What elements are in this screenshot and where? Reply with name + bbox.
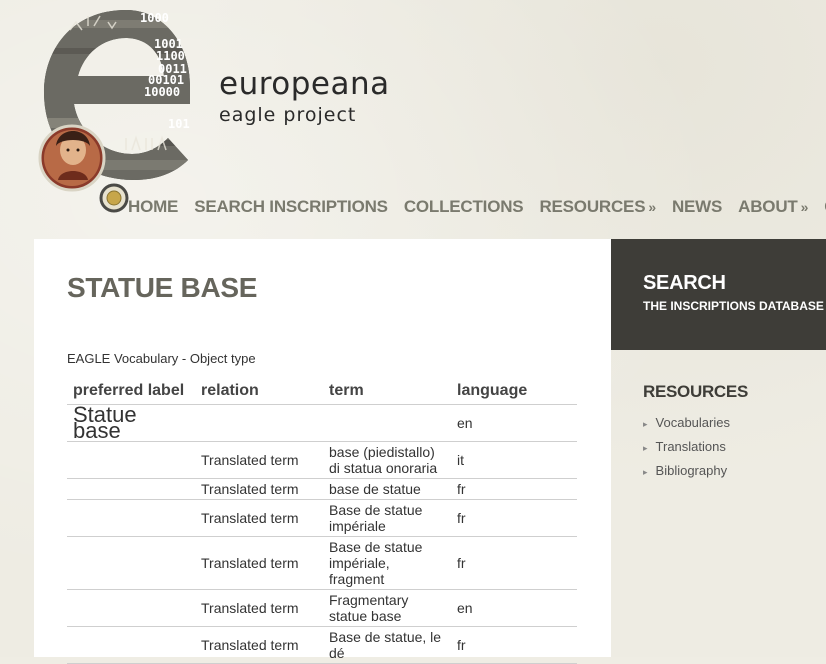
table-row: Translated term Base de statue impériale… [67, 499, 577, 537]
nav-item-label: COLLECTIONS [403, 197, 524, 216]
term-cell: Base de statue impériale [323, 499, 451, 537]
relation-cell: Translated term [195, 536, 323, 590]
nav-item-news[interactable]: NEWS [672, 197, 722, 219]
nav-item-about[interactable]: ABOUT» [738, 197, 808, 219]
relation-cell: Translated term [195, 478, 323, 500]
term-cell: Fragmentary statue base [323, 589, 451, 627]
bullet-icon: ▸ [643, 467, 648, 477]
language-cell: en [451, 404, 577, 442]
language-cell: fr [451, 626, 577, 664]
table-row: Translated term base (piedistallo) di st… [67, 441, 577, 479]
resource-link-label: Bibliography [655, 463, 728, 478]
resource-link-translations[interactable]: ▸ Translations [643, 438, 730, 462]
resources-list: ▸ Vocabularies ▸ Translations ▸ Bibliograph… [643, 414, 730, 486]
preferred-label-cell [67, 626, 195, 664]
binary-digit-text: 1000 [140, 11, 169, 25]
language-cell: fr [451, 499, 577, 537]
dropdown-arrow-icon: » [648, 199, 656, 215]
vocabulary-label: EAGLE Vocabulary - Object type [67, 351, 256, 366]
relation-cell: Translated term [195, 626, 323, 664]
dropdown-arrow-icon: » [800, 199, 809, 215]
table-row: Translated term Base de statue impériale… [67, 536, 577, 590]
binary-digit-text: 101 [168, 117, 190, 131]
relation-cell: Translated term [195, 589, 323, 627]
table-row: Translated term Fragmentary statue base … [67, 589, 577, 627]
nav-item-search-inscriptions[interactable]: SEARCH INSCRIPTIONS [194, 197, 388, 219]
preferred-label-cell [67, 589, 195, 627]
term-cell: base de statue [323, 478, 451, 500]
relation-cell: Translated term [195, 441, 323, 479]
term-cell: Base de statue, le dé [323, 626, 451, 664]
main-content: STATUE BASE EAGLE Vocabulary - Object ty… [34, 239, 611, 664]
europeana-eagle-logo[interactable]: 1000 1001 1100 0011 00101 10000 101 euro… [30, 0, 390, 222]
nav-item-label: HOME [128, 197, 179, 216]
nav-item-label: SEARCH INSCRIPTIONS [194, 197, 388, 216]
preferred-label-cell [67, 478, 195, 500]
bullet-icon: ▸ [643, 443, 648, 453]
term-cell: base (piedistallo) di statua onoraria [323, 441, 451, 479]
table-header-row: preferred label relation term language [67, 376, 577, 405]
language-cell: fr [451, 536, 577, 590]
resource-link-label: Vocabularies [655, 415, 730, 430]
relation-cell: Translated term [195, 499, 323, 537]
preferred-label-cell: Statue base [67, 404, 195, 442]
bullet-icon: ▸ [643, 419, 648, 429]
main-navigation: HOME SEARCH INSCRIPTIONS COLLECTIONS RES… [128, 197, 826, 219]
table-row: Translated term Base de statue, le dé fr [67, 626, 577, 664]
page-title: STATUE BASE [67, 272, 258, 303]
binary-digit-text: 10000 [144, 85, 180, 99]
nav-item-collections[interactable]: COLLECTIONS [404, 197, 524, 219]
column-header: term [323, 376, 451, 405]
brand-subtitle: eagle project [219, 104, 357, 126]
binary-digit-text: 1100 [156, 49, 185, 63]
column-header: language [451, 376, 577, 405]
search-database-panel[interactable]: SEARCH THE INSCRIPTIONS DATABASE [611, 239, 826, 350]
brand-name: europeana [219, 66, 390, 102]
column-header: preferred label [67, 376, 195, 405]
nav-item-resources[interactable]: RESOURCES» [539, 197, 656, 219]
language-cell: it [451, 441, 577, 479]
table-row: Translated term base de statue fr [67, 478, 577, 500]
language-cell: en [451, 589, 577, 627]
resources-heading: RESOURCES [643, 382, 748, 401]
terms-table: preferred label relation term language S… [67, 376, 577, 664]
resource-link-vocabularies[interactable]: ▸ Vocabularies [643, 414, 730, 438]
nav-item-label: ABOUT [738, 197, 798, 216]
preferred-label-cell [67, 441, 195, 479]
table-row: Statue base en [67, 404, 577, 442]
language-cell: fr [451, 478, 577, 500]
relation-cell [195, 404, 323, 442]
nav-item-label: RESOURCES [539, 197, 646, 216]
term-cell [323, 404, 451, 442]
term-cell: Base de statue impériale, fragment [323, 536, 451, 590]
e-logo-icon: 1000 1001 1100 0011 00101 10000 101 [38, 10, 190, 213]
resource-link-bibliography[interactable]: ▸ Bibliography [643, 462, 730, 486]
search-subtitle: THE INSCRIPTIONS DATABASE [643, 299, 824, 313]
preferred-label-cell [67, 536, 195, 590]
nav-item-label: NEWS [671, 197, 723, 216]
preferred-label-cell [67, 499, 195, 537]
resource-link-label: Translations [655, 439, 726, 454]
column-header: relation [195, 376, 323, 405]
search-title: SEARCH [643, 272, 726, 294]
nav-item-home[interactable]: HOME [128, 197, 178, 219]
